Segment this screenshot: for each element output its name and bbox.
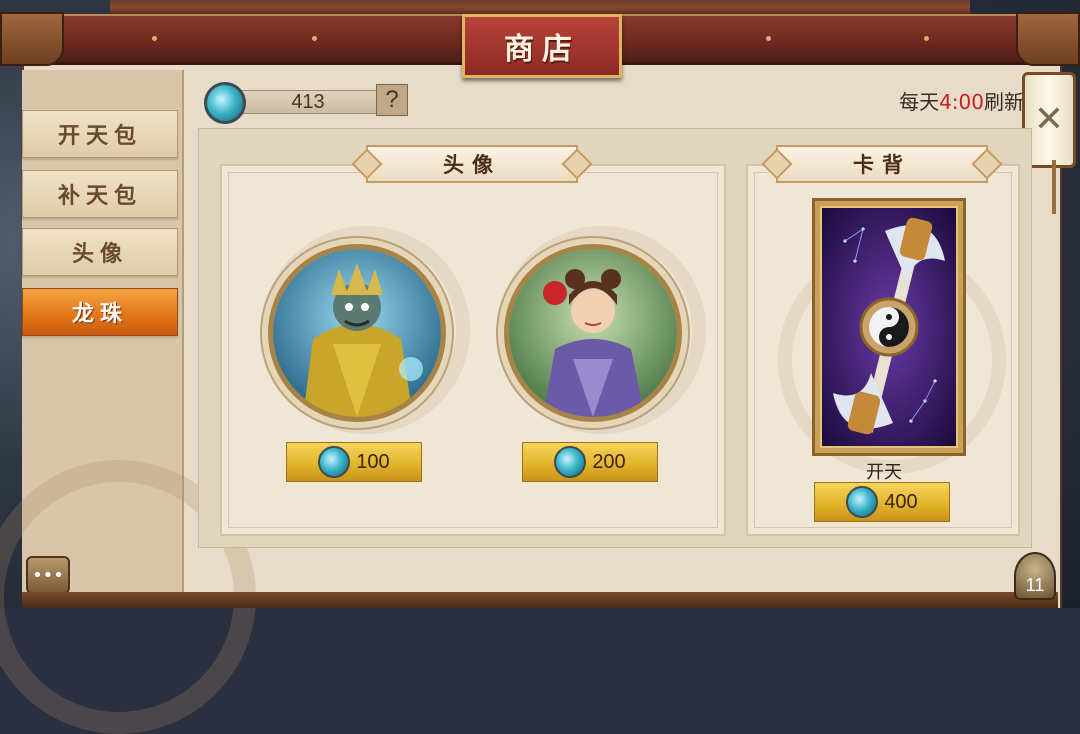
beam-stud (766, 36, 771, 41)
player-level-badge[interactable]: 11 (1014, 552, 1056, 600)
level-value: 11 (1025, 575, 1045, 595)
tab-kaitian-pack[interactable]: 开天包 (22, 110, 178, 158)
card-back-price-button[interactable]: 400 (814, 482, 950, 522)
bottom-frame-bar (22, 592, 1058, 608)
card-back-artwork (820, 206, 958, 448)
currency-help-button[interactable]: ? (376, 84, 408, 116)
lantern-tassel (1052, 160, 1056, 214)
category-sidebar: 开天包 补天包 头像 龙珠 (0, 70, 256, 734)
tab-butian-pack[interactable]: 补天包 (22, 170, 178, 218)
page-title: 商店 (504, 32, 580, 67)
section-title: 卡背 (853, 152, 911, 177)
beam-stud (312, 36, 317, 41)
currency-display: 413 ? (204, 82, 408, 124)
help-label: ? (385, 86, 399, 113)
tab-label: 补天包 (57, 183, 142, 209)
refresh-notice: 每天4:00刷新 (899, 86, 1024, 115)
demon-king-portrait (273, 249, 441, 417)
card-back-item-kaitian[interactable] (812, 198, 966, 456)
price-value: 400 (884, 490, 918, 513)
close-icon: ✕ (1033, 99, 1065, 140)
dragon-orb-icon (846, 486, 879, 518)
tab-label: 开天包 (57, 123, 142, 149)
currency-amount: 413 (291, 90, 325, 113)
avatar-item-demon-king[interactable] (268, 244, 446, 422)
tab-label: 龙珠 (71, 301, 128, 327)
refresh-time: 4:00 (939, 90, 984, 114)
price-value: 200 (592, 450, 626, 473)
avatar-section-header: 头像 (366, 145, 578, 183)
maiden-portrait (509, 249, 677, 417)
tab-avatar[interactable]: 头像 (22, 228, 178, 276)
avatar-price-button[interactable]: 100 (286, 442, 422, 482)
refresh-prefix: 每天 (899, 90, 940, 114)
avatar-price-button[interactable]: 200 (522, 442, 658, 482)
section-title: 头像 (443, 152, 501, 177)
shop-title-plaque: 商店 (462, 14, 622, 78)
chat-button[interactable]: ••• (26, 556, 70, 594)
avatar-item-maiden[interactable] (504, 244, 682, 422)
currency-amount-track: 413 (234, 90, 382, 114)
card-back-section-header: 卡背 (776, 145, 988, 183)
dragon-orb-icon (318, 446, 351, 478)
beam-stud (152, 36, 157, 41)
card-back-name: 开天 (866, 462, 902, 483)
price-value: 100 (356, 450, 390, 473)
tab-label: 头像 (71, 241, 128, 267)
dragon-orb-icon (554, 446, 587, 478)
chat-bubble-icon: ••• (32, 564, 64, 586)
dragon-orb-icon (204, 82, 246, 124)
beam-end-left (0, 12, 64, 66)
top-wooden-beam: 商店 (0, 0, 1080, 78)
refresh-suffix: 刷新 (984, 90, 1024, 114)
beam-end-right (1016, 12, 1080, 66)
tab-dragon-orb[interactable]: 龙珠 (22, 288, 178, 336)
beam-stud (924, 36, 929, 41)
